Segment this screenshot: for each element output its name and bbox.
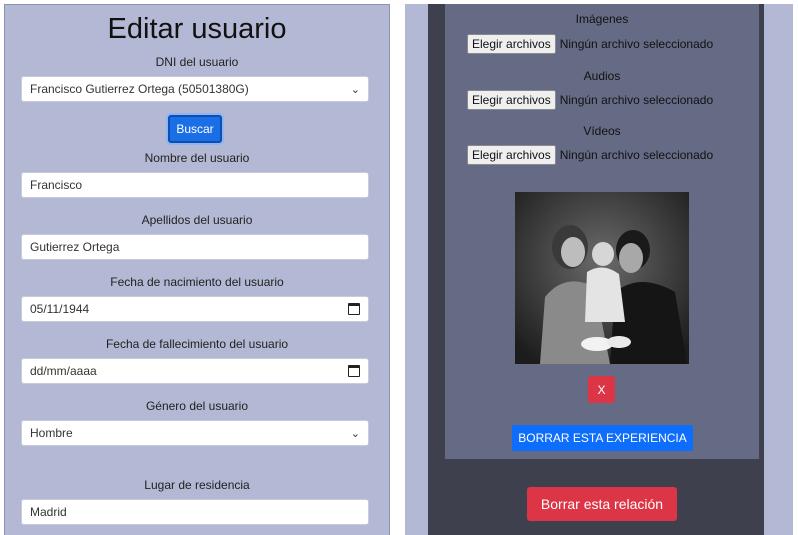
delete-experience-button[interactable]: BORRAR ESTA EXPERIENCIA bbox=[512, 425, 693, 451]
surname-label: Apellidos del usuario bbox=[141, 213, 253, 227]
death-date-placeholder: dd/mm/aaaa bbox=[30, 364, 97, 378]
death-date-input[interactable]: dd/mm/aaaa bbox=[21, 358, 369, 384]
remove-photo-button[interactable]: X bbox=[588, 376, 615, 403]
search-button[interactable]: Buscar bbox=[168, 115, 222, 143]
audios-choose-button[interactable]: Elegir archivos bbox=[467, 90, 556, 110]
birth-date-label: Fecha de nacimiento del usuario bbox=[110, 275, 284, 289]
experience-photo bbox=[515, 192, 689, 364]
birth-date-input[interactable]: 05/11/1944 bbox=[21, 296, 369, 322]
audios-upload: Elegir archivos Ningún archivo seleccion… bbox=[467, 90, 713, 110]
surname-input-value: Gutierrez Ortega bbox=[30, 240, 120, 254]
videos-label: Vídeos bbox=[583, 124, 621, 138]
residence-input[interactable]: Madrid bbox=[21, 499, 369, 525]
delete-relation-button[interactable]: Borrar esta relación bbox=[527, 487, 677, 521]
family-photo-image bbox=[515, 192, 689, 364]
edit-user-panel: Editar usuario DNI del usuario Francisco… bbox=[4, 4, 390, 535]
calendar-icon[interactable] bbox=[348, 303, 360, 315]
page-title: Editar usuario bbox=[107, 13, 287, 45]
images-upload: Elegir archivos Ningún archivo seleccion… bbox=[467, 34, 713, 54]
calendar-icon[interactable] bbox=[348, 365, 360, 377]
name-input-value: Francisco bbox=[30, 178, 83, 192]
experience-panel: Imágenes Elegir archivos Ningún archivo … bbox=[405, 4, 793, 535]
dni-label: DNI del usuario bbox=[155, 55, 239, 69]
images-choose-button[interactable]: Elegir archivos bbox=[467, 34, 556, 54]
chevron-down-icon: ⌄ bbox=[350, 427, 360, 440]
gender-label: Género del usuario bbox=[145, 399, 249, 413]
residence-label: Lugar de residencia bbox=[144, 478, 250, 492]
audios-label: Audios bbox=[583, 69, 621, 83]
residence-input-value: Madrid bbox=[30, 505, 67, 519]
images-label: Imágenes bbox=[575, 12, 629, 26]
gender-select-value: Hombre bbox=[30, 426, 73, 440]
name-label: Nombre del usuario bbox=[144, 151, 250, 165]
chevron-down-icon: ⌄ bbox=[350, 83, 360, 96]
videos-choose-button[interactable]: Elegir archivos bbox=[467, 145, 556, 165]
dni-select[interactable]: Francisco Gutierrez Ortega (50501380G) ⌄ bbox=[21, 76, 369, 102]
dni-select-value: Francisco Gutierrez Ortega (50501380G) bbox=[30, 82, 249, 96]
name-input[interactable]: Francisco bbox=[21, 172, 369, 198]
death-date-label: Fecha de fallecimiento del usuario bbox=[105, 337, 289, 351]
birth-date-value: 05/11/1944 bbox=[30, 302, 90, 316]
relation-container: Imágenes Elegir archivos Ningún archivo … bbox=[428, 4, 764, 535]
videos-file-status: Ningún archivo seleccionado bbox=[559, 148, 714, 162]
images-file-status: Ningún archivo seleccionado bbox=[559, 37, 714, 51]
gender-select[interactable]: Hombre ⌄ bbox=[21, 420, 369, 446]
videos-upload: Elegir archivos Ningún archivo seleccion… bbox=[467, 145, 713, 165]
experience-card: Imágenes Elegir archivos Ningún archivo … bbox=[445, 4, 759, 459]
surname-input[interactable]: Gutierrez Ortega bbox=[21, 234, 369, 260]
audios-file-status: Ningún archivo seleccionado bbox=[559, 93, 714, 107]
